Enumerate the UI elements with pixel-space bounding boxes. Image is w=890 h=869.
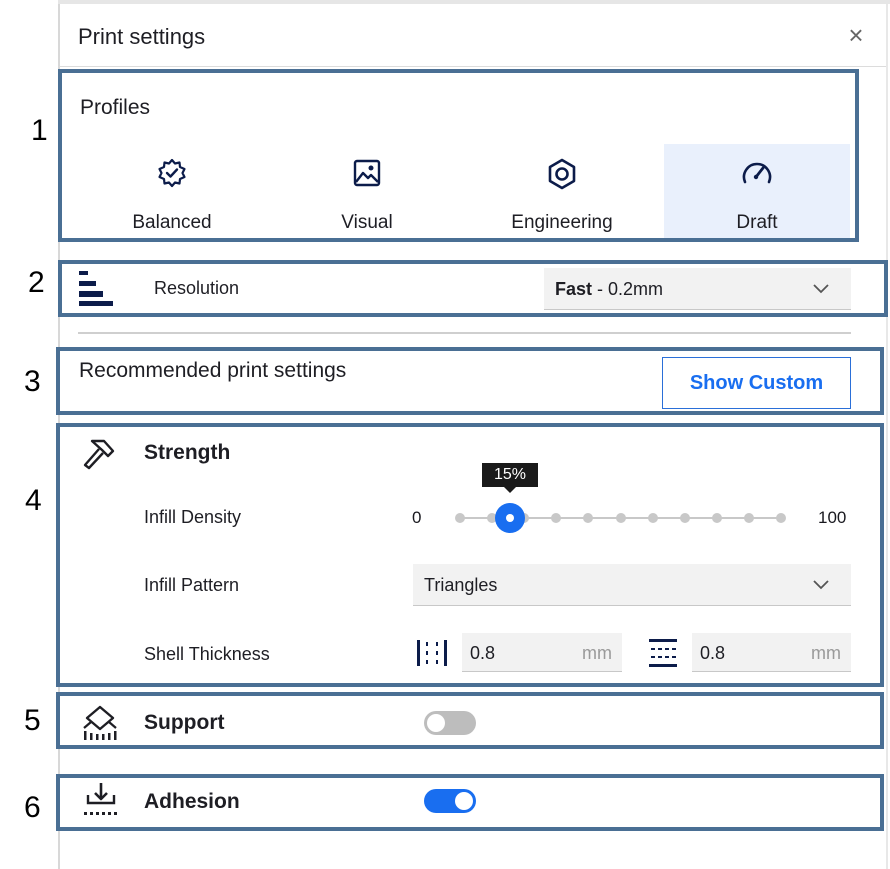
callout-box-2 <box>58 260 888 317</box>
dialog-title: Print settings <box>78 24 206 49</box>
callout-number-1: 1 <box>31 114 48 147</box>
callout-box-6 <box>56 774 884 831</box>
section-divider <box>78 332 851 334</box>
panel-top-edge <box>58 0 890 4</box>
callout-number-4: 4 <box>25 484 42 517</box>
callout-box-3 <box>56 347 884 415</box>
close-button[interactable]: × <box>845 22 867 48</box>
callout-number-5: 5 <box>24 704 41 737</box>
callout-number-6: 6 <box>24 791 41 824</box>
callout-number-2: 2 <box>28 266 45 299</box>
callout-box-1 <box>58 69 859 242</box>
callout-number-3: 3 <box>24 365 41 398</box>
callout-box-4 <box>56 423 884 687</box>
panel-right-edge <box>886 4 888 869</box>
title-divider <box>60 66 886 67</box>
callout-box-5 <box>56 692 884 749</box>
